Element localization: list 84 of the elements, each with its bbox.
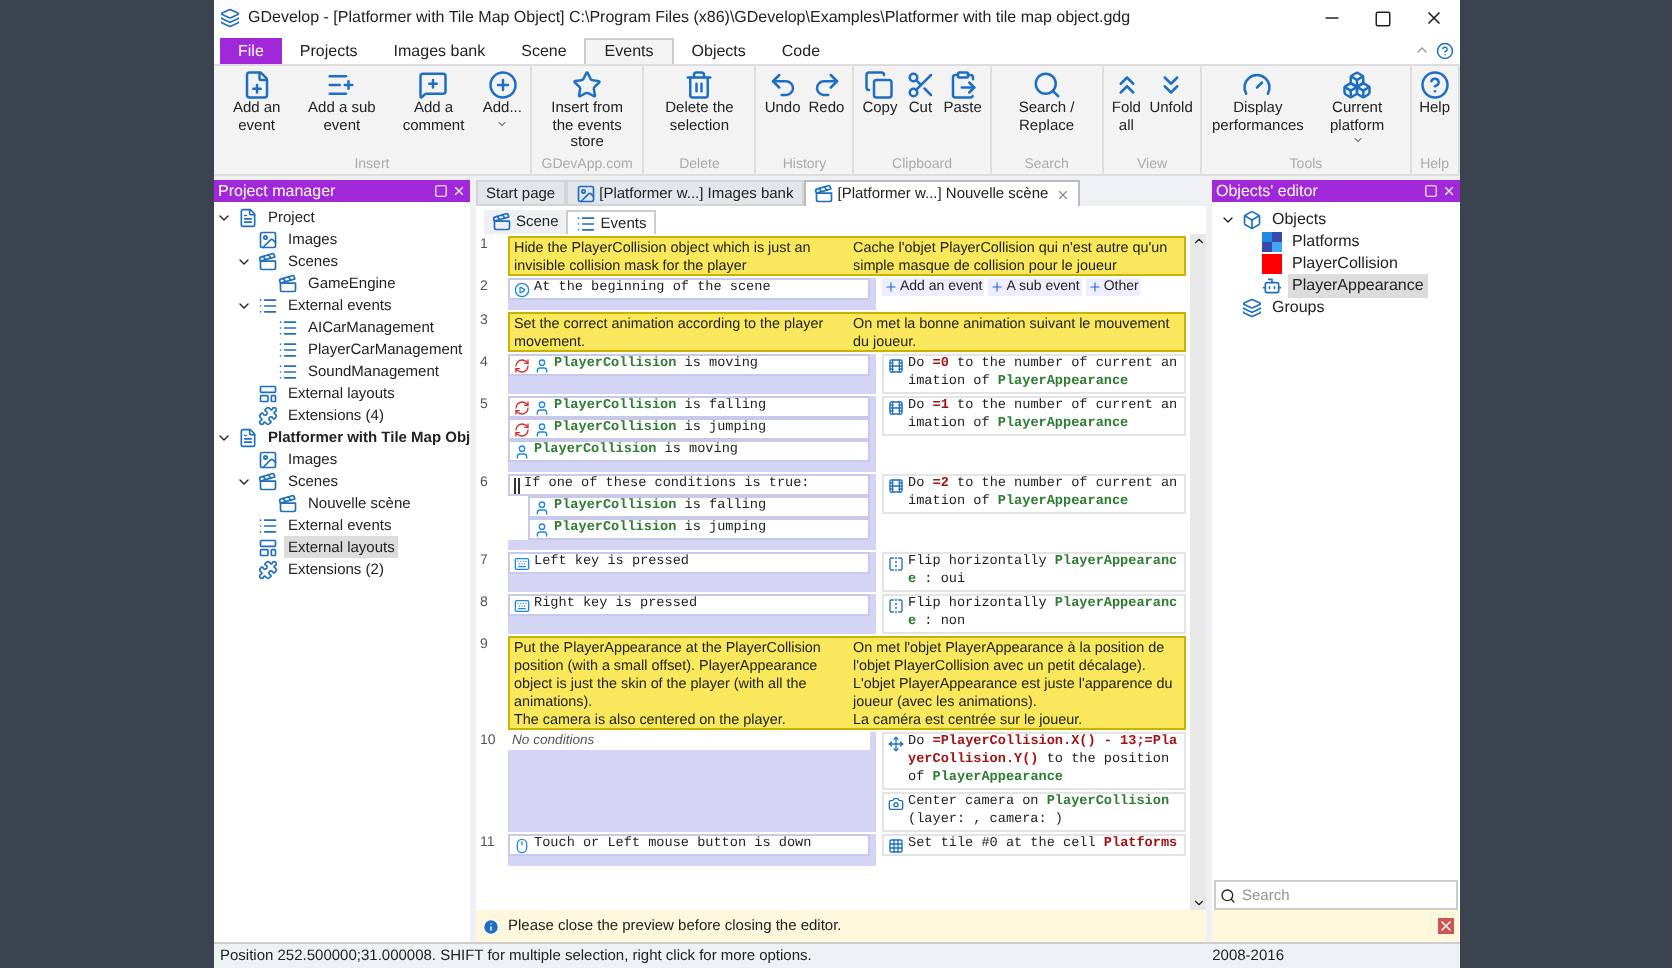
key-icon bbox=[514, 555, 530, 571]
close-icon[interactable] bbox=[1424, 8, 1444, 28]
ribbon-icon bbox=[905, 70, 936, 100]
scene-icon bbox=[278, 273, 298, 293]
tree-item[interactable]: PlayerCollision bbox=[1288, 251, 1402, 275]
scene-icon bbox=[492, 212, 512, 232]
position-icon bbox=[888, 736, 904, 752]
camera-icon bbox=[888, 796, 904, 812]
animation-icon bbox=[888, 358, 904, 374]
scroll-down-icon[interactable] bbox=[1191, 896, 1205, 910]
project-icon bbox=[238, 207, 258, 227]
event-icon bbox=[278, 317, 298, 337]
ribbon-icon bbox=[1419, 70, 1450, 100]
ribbon-icon bbox=[1031, 70, 1062, 100]
tree-item[interactable]: Objects bbox=[1268, 207, 1331, 231]
scenes-icon bbox=[258, 471, 278, 491]
menu-tab[interactable]: Projects bbox=[281, 38, 376, 64]
scene-icon bbox=[813, 184, 834, 204]
ribbon-icon bbox=[947, 70, 978, 100]
invert-icon bbox=[514, 357, 530, 373]
maximize-icon[interactable] bbox=[1374, 9, 1392, 27]
tree-item[interactable]: PlayerAppearance bbox=[1288, 273, 1428, 297]
dock-icon[interactable] bbox=[434, 184, 448, 198]
scroll-up-icon[interactable] bbox=[1191, 234, 1205, 248]
add-icon bbox=[1087, 280, 1102, 294]
invert-icon bbox=[514, 399, 530, 415]
person-icon bbox=[534, 357, 550, 373]
person-icon bbox=[534, 521, 550, 537]
tiles-icon bbox=[1262, 231, 1282, 251]
collapse-ribbon-icon[interactable] bbox=[1414, 42, 1430, 58]
menu-tab[interactable]: Objects bbox=[673, 38, 764, 64]
tile-icon bbox=[888, 838, 904, 854]
dock-icon[interactable] bbox=[1424, 184, 1438, 198]
person-icon bbox=[534, 399, 550, 415]
square-icon bbox=[1262, 253, 1282, 273]
comment-box[interactable] bbox=[508, 636, 1186, 730]
add-icon bbox=[990, 280, 1005, 294]
search-icon bbox=[1220, 887, 1236, 903]
images-icon bbox=[258, 229, 278, 249]
scene-icon bbox=[278, 493, 298, 513]
animation-icon bbox=[888, 400, 904, 416]
ribbon-icon bbox=[767, 70, 798, 100]
ribbon-icon bbox=[1242, 70, 1273, 100]
menu-tab[interactable]: Events bbox=[584, 38, 674, 64]
ribbon-icon bbox=[811, 70, 842, 100]
images-icon bbox=[258, 449, 278, 469]
ribbon-icon bbox=[684, 70, 715, 100]
help-icon[interactable] bbox=[1436, 42, 1454, 60]
event-icon bbox=[278, 361, 298, 381]
tree-item[interactable]: Groups bbox=[1268, 295, 1329, 319]
tree-item[interactable]: Platforms bbox=[1288, 229, 1364, 253]
info-icon bbox=[482, 917, 500, 935]
person-icon bbox=[534, 421, 550, 437]
animation-icon bbox=[888, 478, 904, 494]
ribbon-icon bbox=[487, 70, 518, 100]
ribbon-icon bbox=[241, 70, 272, 100]
events-icon bbox=[576, 213, 597, 233]
panel-title: Objects' editor bbox=[1216, 183, 1318, 199]
events-icon bbox=[258, 295, 278, 315]
scenes-icon bbox=[258, 251, 278, 271]
ribbon-icon bbox=[572, 70, 603, 100]
add-icon bbox=[884, 280, 898, 294]
panel-title: Project manager bbox=[218, 183, 336, 199]
invert-icon bbox=[514, 421, 530, 437]
window-title: GDevelop - [Platformer with Tile Map Object] C:\Program Files (x86)\GDevelop\Examples\Platformer with tile map object.gdg bbox=[248, 6, 1133, 30]
scrollbar[interactable] bbox=[1190, 234, 1206, 910]
trigger-icon bbox=[514, 281, 530, 297]
events-icon bbox=[258, 515, 278, 535]
ribbon-icon bbox=[1342, 70, 1373, 100]
event-icon bbox=[278, 339, 298, 359]
menu-tab[interactable]: File bbox=[220, 38, 282, 64]
menu-tab[interactable]: Code bbox=[763, 38, 839, 64]
ribbon-icon bbox=[418, 70, 449, 100]
images-icon bbox=[575, 183, 596, 203]
ribbon-icon bbox=[864, 70, 895, 100]
key-icon bbox=[514, 597, 530, 613]
ribbon-icon bbox=[326, 70, 357, 100]
mouse-icon bbox=[514, 837, 530, 853]
person-icon bbox=[514, 443, 530, 459]
menu-tab[interactable]: Images bank bbox=[375, 38, 504, 64]
menu-tab[interactable]: Scene bbox=[503, 38, 585, 64]
app-logo-icon bbox=[220, 8, 240, 28]
project-icon bbox=[238, 427, 258, 447]
person-icon bbox=[534, 499, 550, 515]
